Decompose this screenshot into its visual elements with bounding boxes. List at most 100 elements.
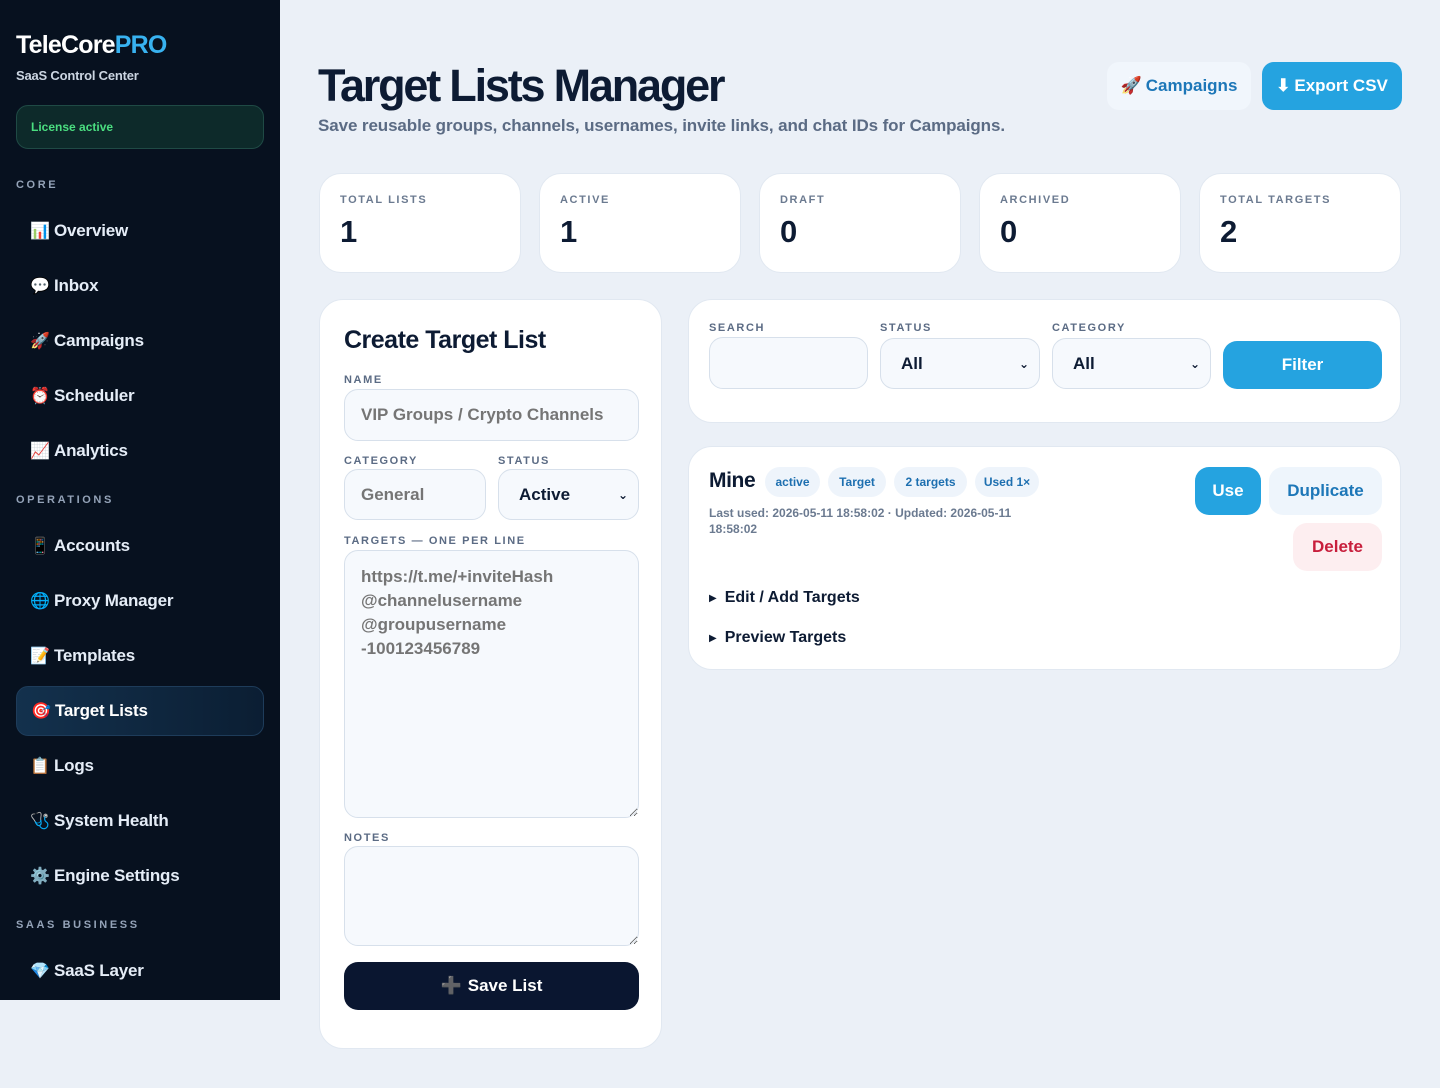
sidebar-item-label: Analytics <box>54 441 128 460</box>
filter-status-value: All <box>901 353 923 373</box>
stat-draft: DRAFT 0 <box>759 173 961 273</box>
clipboard-icon: 📋 <box>30 758 50 775</box>
speech-bubble-icon: 💬 <box>30 278 50 295</box>
sidebar-item-label: Logs <box>54 756 94 775</box>
filter-category-label: CATEGORY <box>1052 322 1126 334</box>
triangle-right-icon: ▶ <box>709 592 717 604</box>
filter-button[interactable]: Filter <box>1223 341 1382 389</box>
sidebar-item-accounts[interactable]: 📱 Accounts <box>16 521 264 571</box>
category-input[interactable] <box>344 469 486 520</box>
export-csv-button[interactable]: ⬇ Export CSV <box>1262 62 1402 110</box>
sidebar-item-system-health[interactable]: 🩺 System Health <box>16 796 264 846</box>
list-meta: Last used: 2026-05-11 18:58:02 · Updated… <box>709 506 1012 536</box>
sidebar-section-operations: OPERATIONS <box>16 494 114 506</box>
sidebar-item-engine-settings[interactable]: ⚙️ Engine Settings <box>16 851 264 901</box>
globe-icon: 🌐 <box>30 593 50 610</box>
sidebar-item-logs[interactable]: 📋 Logs <box>16 741 264 791</box>
search-label: SEARCH <box>709 322 766 334</box>
name-label: NAME <box>344 374 383 386</box>
trend-chart-icon: 📈 <box>30 443 50 460</box>
targets-label: TARGETS — ONE PER LINE <box>344 535 526 547</box>
status-select-value: Active <box>519 484 571 504</box>
duplicate-button[interactable]: Duplicate <box>1269 467 1382 515</box>
alarm-clock-icon: ⏰ <box>30 388 50 405</box>
brand-suffix: PRO <box>114 31 168 59</box>
stat-label: TOTAL TARGETS <box>1220 194 1332 206</box>
bar-chart-icon: 📊 <box>30 223 50 240</box>
notes-textarea[interactable] <box>344 846 639 946</box>
export-csv-label: Export CSV <box>1294 76 1388 95</box>
stat-total-targets: TOTAL TARGETS 2 <box>1199 173 1401 273</box>
sidebar-item-label: Inbox <box>54 276 99 295</box>
brand-name: TeleCore <box>16 31 116 59</box>
download-icon: ⬇ <box>1276 76 1291 95</box>
sidebar-item-scheduler[interactable]: ⏰ Scheduler <box>16 371 264 421</box>
stat-total-lists: TOTAL LISTS 1 <box>319 173 521 273</box>
usage-badge: Used 1× <box>975 467 1039 497</box>
phone-icon: 📱 <box>30 538 50 555</box>
stat-value: 0 <box>780 214 798 249</box>
sidebar-item-saas-layer[interactable]: 💎 SaaS Layer <box>16 946 264 996</box>
plus-icon: ➕ <box>440 976 462 995</box>
target-icon: 🎯 <box>31 703 51 720</box>
filter-status-label: STATUS <box>880 322 932 334</box>
target-list-card: Mine active Target 2 targets Used 1× Las… <box>688 446 1401 670</box>
gear-icon: ⚙️ <box>30 868 50 885</box>
category-label: CATEGORY <box>344 455 418 467</box>
search-input[interactable] <box>709 337 868 389</box>
stethoscope-icon: 🩺 <box>30 813 50 830</box>
name-input[interactable] <box>344 389 639 441</box>
status-select[interactable]: Active ⌄ <box>498 469 639 520</box>
sidebar-item-target-lists[interactable]: 🎯 Target Lists <box>16 686 264 736</box>
campaigns-button[interactable]: 🚀 Campaigns <box>1107 62 1251 110</box>
sidebar-item-label: Campaigns <box>54 331 144 350</box>
targets-textarea[interactable] <box>344 550 639 818</box>
stat-label: ACTIVE <box>560 194 610 206</box>
sidebar-item-templates[interactable]: 📝 Templates <box>16 631 264 681</box>
page-title: Target Lists Manager <box>318 60 725 111</box>
sidebar-section-core: CORE <box>16 179 59 191</box>
filter-status-select[interactable]: All ⌄ <box>880 338 1040 389</box>
sidebar-item-label: Overview <box>54 221 129 240</box>
chevron-down-icon: ⌄ <box>1189 356 1200 371</box>
stat-label: TOTAL LISTS <box>340 194 428 206</box>
stat-active: ACTIVE 1 <box>539 173 741 273</box>
preview-targets-label: Preview Targets <box>724 629 847 646</box>
filter-category-value: All <box>1073 353 1095 373</box>
brand-logo[interactable]: TeleCorePRO <box>16 30 264 60</box>
delete-button[interactable]: Delete <box>1293 523 1382 571</box>
sidebar-item-analytics[interactable]: 📈 Analytics <box>16 426 264 476</box>
filter-category-select[interactable]: All ⌄ <box>1052 338 1211 389</box>
sidebar-item-overview[interactable]: 📊 Overview <box>16 206 264 256</box>
sidebar: TeleCorePRO SaaS Control Center License … <box>0 0 280 1000</box>
stat-label: DRAFT <box>780 194 826 206</box>
filter-card: SEARCH STATUS All ⌄ CATEGORY All ⌄ Filte… <box>688 299 1401 423</box>
sidebar-item-label: Engine Settings <box>54 866 180 885</box>
save-list-button[interactable]: ➕ Save List <box>344 962 639 1010</box>
save-list-label: Save List <box>467 976 543 995</box>
stat-value: 1 <box>340 214 358 249</box>
gem-icon: 💎 <box>30 963 50 980</box>
stat-archived: ARCHIVED 0 <box>979 173 1181 273</box>
use-button[interactable]: Use <box>1195 467 1261 515</box>
stat-value: 1 <box>560 214 578 249</box>
sidebar-item-label: Templates <box>54 646 136 665</box>
preview-targets-toggle[interactable]: ▶ Preview Targets <box>709 629 846 647</box>
triangle-right-icon: ▶ <box>709 632 717 644</box>
edit-targets-label: Edit / Add Targets <box>724 589 860 606</box>
rocket-icon: 🚀 <box>30 333 50 350</box>
edit-targets-toggle[interactable]: ▶ Edit / Add Targets <box>709 589 860 607</box>
chevron-down-icon: ⌄ <box>617 487 628 502</box>
sidebar-item-label: Scheduler <box>54 386 135 405</box>
stat-value: 0 <box>1000 214 1018 249</box>
sidebar-item-campaigns[interactable]: 🚀 Campaigns <box>16 316 264 366</box>
sidebar-item-label: SaaS Layer <box>54 961 144 980</box>
list-name: Mine <box>709 469 756 492</box>
sidebar-item-proxy-manager[interactable]: 🌐 Proxy Manager <box>16 576 264 626</box>
category-badge: Target <box>828 467 886 497</box>
sidebar-item-label: Proxy Manager <box>54 591 174 610</box>
create-target-list-card: Create Target List NAME CATEGORY STATUS … <box>319 299 662 1049</box>
sidebar-item-label: System Health <box>54 811 169 830</box>
sidebar-item-inbox[interactable]: 💬 Inbox <box>16 261 264 311</box>
sidebar-section-saas-business: SAAS BUSINESS <box>16 919 140 931</box>
